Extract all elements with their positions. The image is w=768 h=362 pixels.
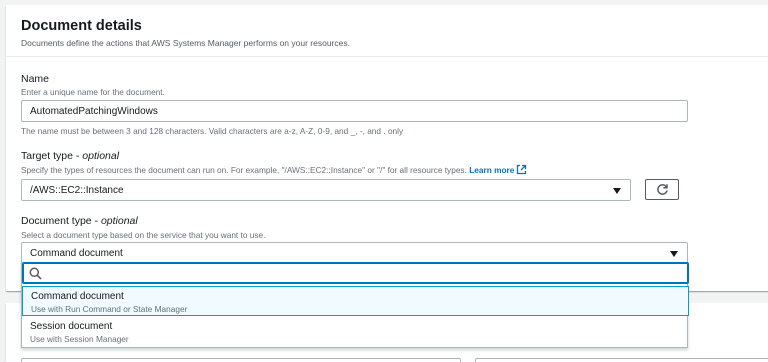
search-icon [29, 267, 42, 280]
target-type-label-text: Target type - [21, 150, 83, 162]
chevron-down-icon [670, 251, 678, 257]
option-label: Command document [31, 291, 124, 302]
option-command-document[interactable]: Command document Use with Run Command or… [22, 286, 689, 316]
target-type-label: Target type - optional [21, 150, 119, 162]
refresh-icon [656, 184, 668, 195]
panel-header: Document details Documents define the ac… [6, 5, 768, 57]
next-panel-field-left [21, 358, 461, 362]
document-type-label-text: Document type - [21, 215, 101, 227]
name-constraint: The name must be between 3 and 128 chara… [21, 126, 404, 136]
document-type-optional: optional [100, 215, 138, 227]
target-type-hint-text: Specify the types of resources the docum… [21, 165, 467, 175]
search-input[interactable] [47, 265, 677, 281]
target-type-select[interactable]: /AWS::EC2::Instance [21, 179, 631, 201]
option-session-document[interactable]: Session document Use with Session Manage… [22, 317, 689, 347]
target-type-optional: optional [82, 150, 120, 162]
next-panel-field-right [475, 358, 768, 362]
learn-more-link[interactable]: Learn more [469, 164, 527, 175]
external-link-icon [517, 164, 527, 175]
name-hint: Enter a unique name for the document. [21, 87, 165, 97]
option-label: Session document [30, 321, 113, 332]
document-type-hint: Select a document type based on the serv… [21, 230, 266, 240]
document-type-select[interactable]: Command document [21, 242, 688, 264]
panel-description: Documents define the actions that AWS Sy… [21, 38, 350, 48]
name-label: Name [21, 73, 50, 85]
panel-title: Document details [21, 18, 142, 34]
target-type-hint: Specify the types of resources the docum… [21, 164, 527, 175]
target-type-value: /AWS::EC2::Instance [30, 185, 124, 196]
option-description: Use with Session Manager [30, 334, 129, 344]
name-input-value: AutomatedPatchingWindows [30, 106, 158, 117]
refresh-button[interactable] [645, 179, 679, 200]
option-description: Use with Run Command or State Manager [31, 304, 188, 314]
document-type-dropdown: Command document Use with Run Command or… [21, 262, 689, 348]
name-input[interactable]: AutomatedPatchingWindows [21, 100, 688, 122]
learn-more-text: Learn more [469, 165, 515, 175]
chevron-down-icon [613, 188, 621, 194]
dropdown-search[interactable] [22, 262, 689, 284]
document-type-label: Document type - optional [21, 215, 138, 227]
document-type-value: Command document [30, 248, 123, 259]
